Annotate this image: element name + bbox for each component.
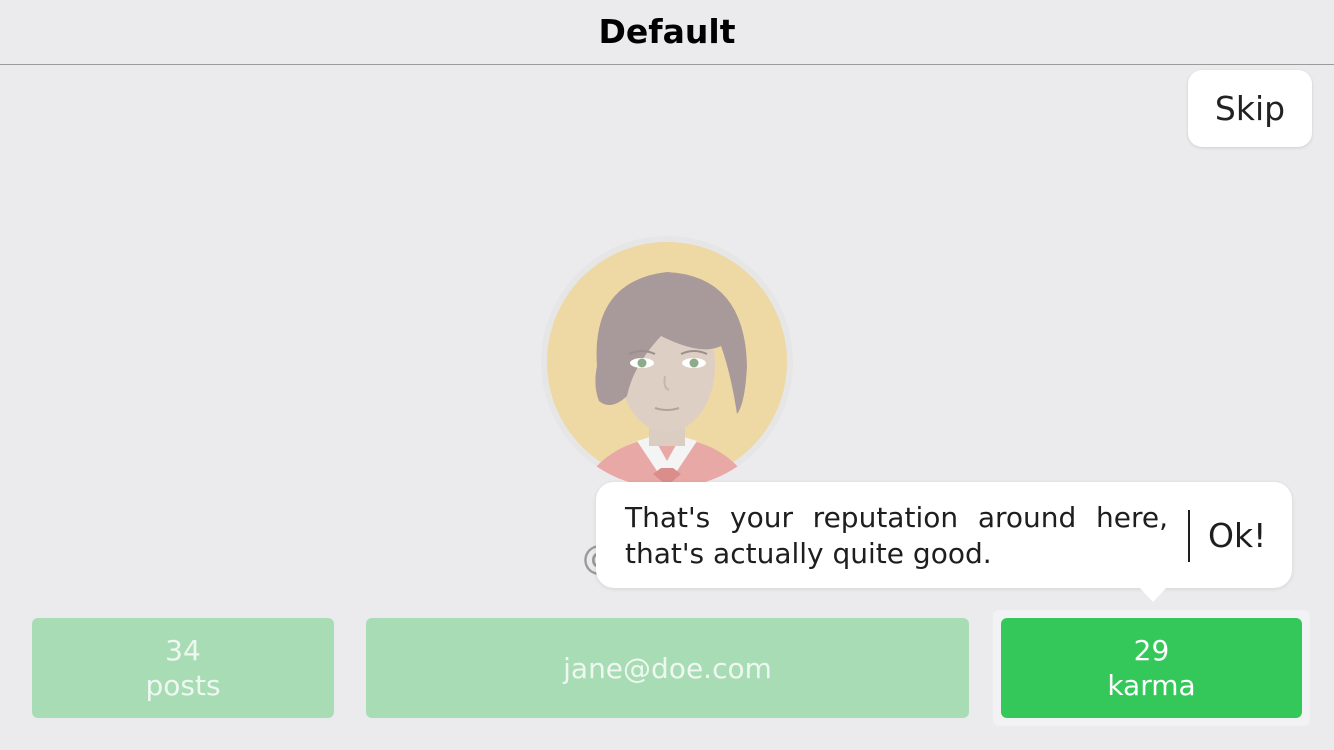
tooltip-ok-button[interactable]: Ok! bbox=[1208, 516, 1266, 555]
karma-count: 29 bbox=[1133, 634, 1170, 667]
email-value: jane@doe.com bbox=[563, 651, 772, 685]
avatar bbox=[541, 236, 793, 488]
skip-button[interactable]: Skip bbox=[1188, 70, 1312, 147]
navigation-bar: Default bbox=[0, 0, 1334, 65]
avatar-illustration bbox=[547, 242, 787, 488]
karma-stat-button[interactable]: 29 karma bbox=[1001, 618, 1302, 718]
coachmark-tooltip: That's your reputation around here, that… bbox=[596, 482, 1292, 588]
page-title: Default bbox=[598, 12, 736, 51]
posts-label: posts bbox=[145, 669, 221, 702]
onboarding-screen: Default Skip @ bbox=[0, 0, 1334, 750]
tooltip-message: That's your reputation around here, that… bbox=[625, 501, 1168, 570]
tooltip-arrow bbox=[1138, 586, 1168, 602]
email-stat-button[interactable]: jane@doe.com bbox=[366, 618, 969, 718]
tooltip-divider bbox=[1188, 510, 1190, 562]
posts-stat-button[interactable]: 34 posts bbox=[32, 618, 334, 718]
karma-label: karma bbox=[1107, 669, 1196, 702]
posts-count: 34 bbox=[165, 634, 201, 667]
